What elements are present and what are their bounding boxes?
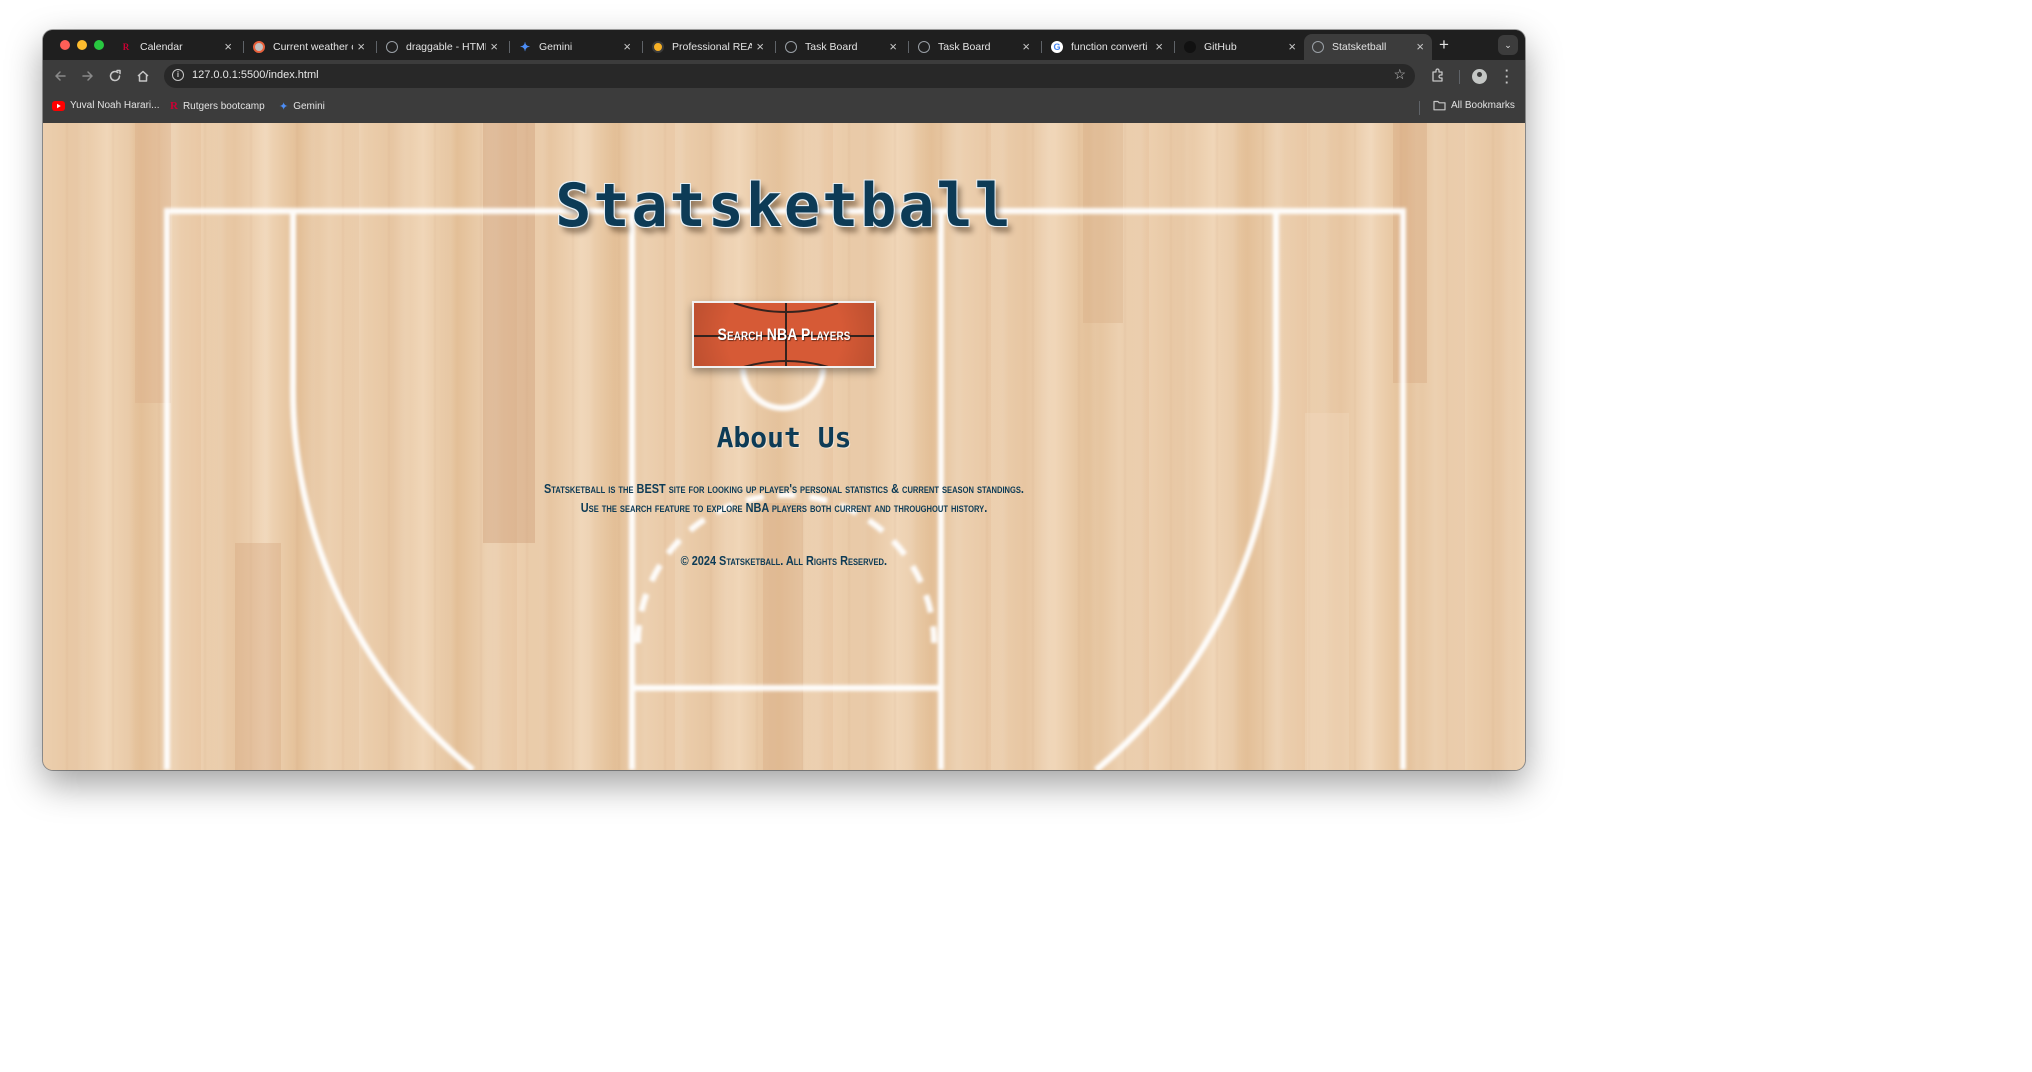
close-window-button[interactable] bbox=[60, 40, 70, 50]
tab-close-icon[interactable]: × bbox=[623, 39, 631, 54]
site-info-icon[interactable]: i bbox=[172, 69, 184, 81]
tab-close-icon[interactable]: × bbox=[1288, 39, 1296, 54]
search-button-label: Search NBA Players bbox=[717, 324, 851, 344]
globe-icon bbox=[1312, 41, 1324, 53]
window-controls bbox=[60, 40, 104, 50]
tab-task-board-1[interactable]: Task Board × bbox=[777, 34, 905, 60]
tab-close-icon[interactable]: × bbox=[889, 39, 897, 54]
url-text[interactable]: 127.0.0.1:5500/index.html bbox=[192, 69, 319, 81]
tab-title: Calendar bbox=[140, 41, 183, 53]
gemini-sparkle-icon: ✦ bbox=[519, 40, 531, 54]
tab-title: function converti bbox=[1071, 41, 1148, 53]
github-icon bbox=[1184, 41, 1196, 53]
tab-close-icon[interactable]: × bbox=[1155, 39, 1163, 54]
bookmark-label: Gemini bbox=[293, 101, 325, 112]
page-viewport: Statsketball Search NBA Players About Us… bbox=[43, 123, 1525, 770]
profile-avatar[interactable] bbox=[1472, 69, 1487, 84]
tab-task-board-2[interactable]: Task Board × bbox=[910, 34, 1038, 60]
reload-icon bbox=[109, 69, 121, 82]
back-button[interactable] bbox=[51, 67, 69, 85]
forward-button[interactable] bbox=[79, 67, 97, 85]
tab-search-button[interactable]: ⌄ bbox=[1498, 35, 1518, 55]
bookmark-yuval-noah-harari[interactable]: Yuval Noah Harari... bbox=[52, 100, 160, 111]
minimize-window-button[interactable] bbox=[77, 40, 87, 50]
tab-close-icon[interactable]: × bbox=[756, 39, 764, 54]
real-site-icon bbox=[652, 41, 664, 53]
tab-function-converter[interactable]: G function converti × bbox=[1043, 34, 1171, 60]
tab-close-icon[interactable]: × bbox=[224, 39, 232, 54]
menu-button[interactable]: · · · bbox=[1504, 64, 1510, 89]
tab-close-icon[interactable]: × bbox=[490, 39, 498, 54]
maximize-window-button[interactable] bbox=[94, 40, 104, 50]
tab-title: Current weather c bbox=[273, 41, 353, 53]
puzzle-icon bbox=[1432, 68, 1443, 82]
search-nba-players-button[interactable]: Search NBA Players bbox=[692, 301, 876, 368]
about-heading: About Us bbox=[716, 421, 852, 454]
tab-title: Professional REAL bbox=[672, 41, 752, 53]
tab-title: Task Board bbox=[805, 41, 858, 53]
globe-icon bbox=[918, 41, 930, 53]
browser-window: R Calendar × Current weather c × draggab… bbox=[43, 30, 1525, 770]
google-g-icon: G bbox=[1051, 41, 1063, 53]
tab-professional-real[interactable]: Professional REAL × bbox=[644, 34, 772, 60]
footer-copyright: © 2024 Statsketball. All Rights Reserved… bbox=[43, 553, 1525, 568]
about-line-1: Statsketball is the BEST site for lookin… bbox=[544, 481, 1024, 496]
globe-icon bbox=[785, 41, 797, 53]
youtube-icon bbox=[52, 100, 65, 111]
tab-title: Task Board bbox=[938, 41, 991, 53]
all-bookmarks-label: All Bookmarks bbox=[1451, 100, 1515, 111]
extensions-button[interactable] bbox=[1430, 68, 1445, 88]
tab-close-icon[interactable]: × bbox=[1022, 39, 1030, 54]
tab-draggable[interactable]: draggable - HTML × bbox=[378, 34, 506, 60]
tab-close-icon[interactable]: × bbox=[357, 39, 365, 54]
about-description: Statsketball is the BEST site for lookin… bbox=[43, 479, 1525, 517]
rutgers-r-icon: R bbox=[122, 41, 130, 52]
arrow-left-icon bbox=[55, 71, 66, 81]
tab-calendar[interactable]: R Calendar × bbox=[112, 34, 240, 60]
tab-close-icon[interactable]: × bbox=[1416, 39, 1424, 54]
bookmark-star-icon[interactable]: ☆ bbox=[1393, 66, 1406, 83]
about-line-2: Use the search feature to explore NBA pl… bbox=[580, 500, 988, 515]
browser-toolbar: i 127.0.0.1:5500/index.html ☆ · · · bbox=[43, 60, 1525, 92]
globe-icon bbox=[386, 41, 398, 53]
bookmark-label: Rutgers bootcamp bbox=[182, 100, 265, 112]
tab-title: Statsketball bbox=[1332, 41, 1387, 53]
tab-title: draggable - HTML bbox=[406, 41, 486, 53]
bookmark-rutgers-bootcamp[interactable]: R Rutgers bootcamp bbox=[170, 100, 265, 112]
folder-icon bbox=[1433, 100, 1446, 111]
arrow-right-icon bbox=[82, 71, 93, 81]
bookmarks-bar: Yuval Noah Harari... R Rutgers bootcamp … bbox=[43, 92, 1525, 123]
tab-strip: R Calendar × Current weather c × draggab… bbox=[43, 30, 1525, 60]
bookmark-label: Yuval Noah Harari... bbox=[70, 100, 160, 111]
tab-current-weather[interactable]: Current weather c × bbox=[245, 34, 373, 60]
reload-button[interactable] bbox=[106, 67, 124, 85]
weather-app-icon bbox=[253, 41, 265, 53]
tab-gemini[interactable]: ✦ Gemini × bbox=[511, 34, 639, 60]
copyright-text: © 2024 Statsketball. All Rights Reserved… bbox=[680, 553, 888, 568]
home-button[interactable] bbox=[134, 67, 152, 85]
address-bar[interactable]: i 127.0.0.1:5500/index.html ☆ bbox=[164, 64, 1415, 88]
all-bookmarks-button[interactable]: All Bookmarks bbox=[1433, 100, 1515, 111]
new-tab-button[interactable]: + bbox=[1439, 36, 1449, 53]
bookmark-gemini[interactable]: ✦ Gemini bbox=[279, 100, 325, 113]
gemini-sparkle-icon: ✦ bbox=[279, 101, 289, 113]
rutgers-r-icon: R bbox=[170, 100, 178, 112]
home-icon bbox=[137, 70, 149, 82]
tab-title: Gemini bbox=[539, 41, 573, 53]
tab-github[interactable]: GitHub × bbox=[1176, 34, 1304, 60]
tab-statsketball[interactable]: Statsketball × bbox=[1304, 34, 1432, 60]
page-title: Statsketball bbox=[555, 171, 1013, 241]
tab-title: GitHub bbox=[1204, 41, 1237, 53]
